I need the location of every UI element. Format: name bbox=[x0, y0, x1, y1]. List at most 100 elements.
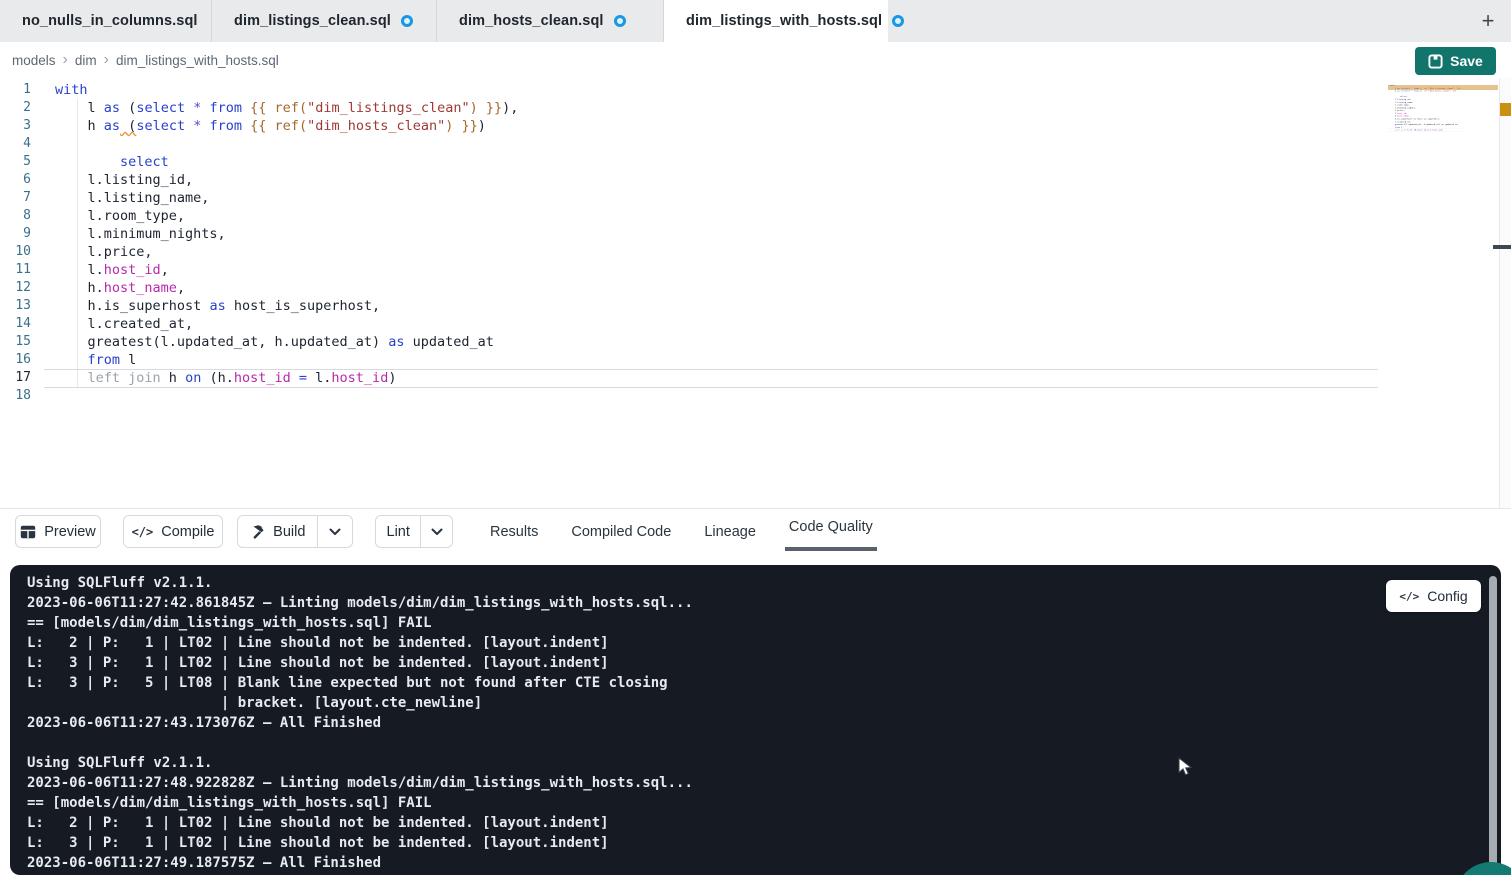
code-token: host_id bbox=[1433, 129, 1442, 131]
code-line[interactable]: l.host_id, bbox=[44, 261, 1378, 279]
code-line[interactable]: h.host_name, bbox=[44, 279, 1378, 297]
code-line[interactable] bbox=[44, 388, 1378, 406]
new-tab-button[interactable]: + bbox=[1473, 6, 1503, 36]
config-button[interactable]: </> Config bbox=[1386, 580, 1481, 612]
code-line[interactable]: l.price, bbox=[44, 243, 1378, 261]
line-number: 15 bbox=[0, 333, 31, 351]
editor-tab[interactable]: dim_listings_clean.sql bbox=[212, 0, 437, 42]
code-token: host_is_superhost, bbox=[1416, 118, 1440, 120]
lint-warning-marker bbox=[1500, 103, 1511, 116]
code-line[interactable]: l.minimum_nights, bbox=[44, 225, 1378, 243]
code-line[interactable]: select bbox=[44, 153, 1378, 171]
code-line[interactable]: from l bbox=[44, 351, 1378, 369]
panel-tab-compiled-code[interactable]: Compiled Code bbox=[571, 524, 671, 540]
code-token: as bbox=[388, 334, 404, 350]
code-token: select bbox=[120, 154, 169, 170]
table-icon bbox=[20, 525, 36, 539]
code-token bbox=[55, 352, 88, 368]
code-token: ( bbox=[120, 100, 136, 116]
code-line[interactable]: h as (select * from {{ ref("dim_hosts_cl… bbox=[1388, 90, 1464, 93]
code-token: {{ ref( bbox=[250, 118, 307, 134]
code-token: l.room_type, bbox=[55, 208, 185, 224]
code-token: l. bbox=[307, 370, 331, 386]
code-token: h bbox=[161, 370, 185, 386]
code-line[interactable] bbox=[44, 135, 1378, 153]
compile-button[interactable]: </> Compile bbox=[123, 515, 223, 548]
line-number: 10 bbox=[0, 243, 31, 261]
preview-button[interactable]: Preview bbox=[15, 515, 101, 548]
code-token: left join bbox=[1390, 129, 1406, 131]
editor-tab[interactable]: dim_hosts_clean.sql bbox=[437, 0, 664, 42]
code-token: "dim_listings_clean" bbox=[307, 100, 470, 116]
code-token: ) bbox=[1455, 90, 1456, 92]
code-quality-terminal: Using SQLFluff v2.1.1. 2023-06-06T11:27:… bbox=[10, 565, 1501, 875]
code-token: {{ ref( bbox=[250, 100, 307, 116]
build-split-button: Build bbox=[237, 515, 353, 548]
lint-dropdown-button[interactable] bbox=[420, 516, 452, 547]
code-token: with bbox=[55, 82, 88, 98]
code-token: from bbox=[88, 352, 121, 368]
code-line[interactable] bbox=[1388, 132, 1464, 135]
code-line[interactable]: l.listing_name, bbox=[44, 189, 1378, 207]
code-line[interactable]: l.listing_id, bbox=[44, 171, 1378, 189]
code-token: select bbox=[1402, 90, 1410, 92]
code-icon: </> bbox=[1399, 590, 1419, 603]
tabs: no_nulls_in_columns.sqldim_listings_clea… bbox=[0, 0, 888, 42]
lint-squiggle: ( bbox=[120, 118, 136, 134]
panel-tab-lineage[interactable]: Lineage bbox=[704, 524, 756, 540]
code-line[interactable]: l as (select * from {{ ref("dim_listings… bbox=[44, 99, 1378, 117]
build-button[interactable]: Build bbox=[238, 516, 317, 547]
chevron-down-icon bbox=[431, 528, 443, 536]
code-token: l.created_at, bbox=[55, 316, 193, 332]
tab-label: dim_listings_with_hosts.sql bbox=[686, 13, 882, 29]
dbt-cloud-ide: no_nulls_in_columns.sqldim_listings_clea… bbox=[0, 0, 1511, 875]
code-token: , bbox=[177, 280, 185, 296]
preview-label: Preview bbox=[44, 524, 96, 540]
line-number: 13 bbox=[0, 297, 31, 315]
code-token: h.is_superhost bbox=[55, 298, 209, 314]
breadcrumb-item: models bbox=[12, 53, 56, 68]
code-line[interactable]: h as (select * from {{ ref("dim_hosts_cl… bbox=[44, 117, 1378, 135]
code-line[interactable]: greatest(l.updated_at, h.updated_at) as … bbox=[44, 333, 1378, 351]
line-number: 2 bbox=[0, 99, 31, 117]
chevron-right-icon: › bbox=[104, 52, 109, 68]
panel-tab-results[interactable]: Results bbox=[490, 524, 538, 540]
breadcrumb-row: models›dim›dim_listings_with_hosts.sql S… bbox=[0, 42, 1511, 78]
breadcrumb-item: dim_listings_with_hosts.sql bbox=[116, 53, 279, 68]
line-number: 7 bbox=[0, 189, 31, 207]
code-token: l.listing_name, bbox=[55, 190, 209, 206]
code-lines[interactable]: with l as (select * from {{ ref("dim_lis… bbox=[44, 81, 1378, 406]
code-token: select bbox=[136, 118, 185, 134]
code-token: ) bbox=[388, 370, 396, 386]
tab-bar: no_nulls_in_columns.sqldim_listings_clea… bbox=[0, 0, 1511, 42]
modified-dot-icon bbox=[614, 15, 626, 27]
code-editor[interactable]: 123456789101112131415161718 with l as (s… bbox=[0, 78, 1511, 508]
editor-toolbar: Preview </> Compile Build bbox=[0, 508, 1511, 553]
line-number: 1 bbox=[0, 81, 31, 99]
code-line[interactable]: l.created_at, bbox=[44, 315, 1378, 333]
code-token: select bbox=[136, 100, 185, 116]
editor-tab[interactable]: dim_listings_with_hosts.sql bbox=[664, 0, 888, 42]
terminal-scrollbar-thumb[interactable] bbox=[1489, 576, 1497, 868]
lint-output: Using SQLFluff v2.1.1. 2023-06-06T11:27:… bbox=[27, 573, 693, 873]
code-token: host_id bbox=[234, 370, 291, 386]
code-token: (h. bbox=[201, 370, 234, 386]
code-token: l bbox=[120, 352, 136, 368]
line-number: 12 bbox=[0, 279, 31, 297]
code-line[interactable]: left join h on (h.host_id = l.host_id) bbox=[44, 369, 1378, 388]
code-token: host_id bbox=[104, 262, 161, 278]
code-line[interactable]: l.room_type, bbox=[44, 207, 1378, 225]
minimap[interactable]: with l as (select * from {{ ref("dim_lis… bbox=[1388, 84, 1464, 142]
code-line[interactable]: h.is_superhost as host_is_superhost, bbox=[44, 297, 1378, 315]
save-button[interactable]: Save bbox=[1415, 47, 1496, 75]
panel-tab-code-quality[interactable]: Code Quality bbox=[789, 519, 873, 535]
line-number: 14 bbox=[0, 315, 31, 333]
code-token bbox=[201, 118, 209, 134]
code-line[interactable]: with bbox=[44, 81, 1378, 99]
build-dropdown-button[interactable] bbox=[317, 516, 352, 547]
line-number-gutter: 123456789101112131415161718 bbox=[0, 81, 31, 405]
code-token: updated_at bbox=[1444, 123, 1458, 125]
lint-button[interactable]: Lint bbox=[376, 516, 420, 547]
code-token: ), bbox=[1459, 87, 1462, 89]
editor-tab[interactable]: no_nulls_in_columns.sql bbox=[0, 0, 212, 42]
